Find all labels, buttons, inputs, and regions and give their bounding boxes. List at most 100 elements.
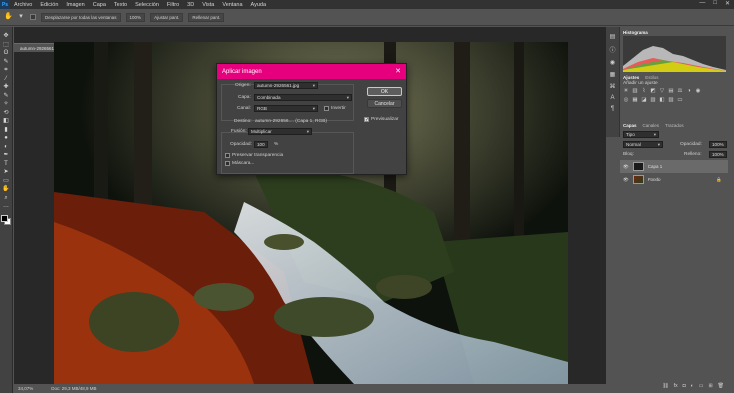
pen-icon[interactable]: ✒: [2, 152, 11, 159]
layer-select[interactable]: Combinada: [254, 94, 352, 101]
trash-icon[interactable]: 🗑: [718, 383, 724, 392]
gradient-icon[interactable]: ▮: [2, 127, 11, 134]
invert-icon[interactable]: ◪: [641, 97, 647, 103]
hue-icon[interactable]: ▤: [668, 88, 674, 94]
menu-ayuda[interactable]: Ayuda: [247, 2, 271, 8]
crop-icon[interactable]: ⌗: [2, 67, 11, 74]
quick-select-icon[interactable]: ✎: [2, 59, 11, 66]
fit-screen-button[interactable]: Ajustar pant.: [150, 12, 184, 22]
brightness-icon[interactable]: ☀: [623, 88, 629, 94]
shape-icon[interactable]: ▭: [2, 178, 11, 185]
history-brush-icon[interactable]: ⟲: [2, 110, 11, 117]
channel-mixer-icon[interactable]: ◎: [623, 97, 629, 103]
bw-icon[interactable]: ◑: [686, 88, 692, 94]
stamp-icon[interactable]: ✧: [2, 101, 11, 108]
character-panel-icon[interactable]: A: [610, 95, 614, 101]
selective-color-icon[interactable]: ▨: [668, 97, 674, 103]
mask-checkbox[interactable]: [225, 161, 230, 166]
photo-filter-icon[interactable]: ◉: [695, 88, 701, 94]
menu-3d[interactable]: 3D: [183, 2, 198, 8]
preview-checkbox[interactable]: [364, 117, 369, 123]
foreground-color-swatch[interactable]: [0, 214, 8, 222]
eraser-icon[interactable]: ◧: [2, 118, 11, 125]
blending-select[interactable]: Multiplicar: [248, 128, 312, 135]
close-icon[interactable]: ✕: [395, 67, 401, 75]
ok-button[interactable]: OK: [367, 87, 402, 96]
tab-histogram[interactable]: Histograma: [623, 30, 648, 35]
layer-opacity-input[interactable]: 100%: [709, 141, 727, 148]
menu-edicion[interactable]: Edición: [36, 2, 62, 8]
source-select[interactable]: autumn-2926561.jpg: [254, 82, 318, 89]
hand-icon[interactable]: ✋: [2, 186, 11, 193]
zoom-icon[interactable]: ⌕: [2, 195, 11, 202]
tab-capas[interactable]: Capas: [623, 123, 637, 128]
layer-blend-select[interactable]: Normal: [623, 141, 663, 148]
gradient-map-icon[interactable]: ▭: [677, 97, 683, 103]
invert-checkbox[interactable]: [324, 106, 329, 111]
paths-panel-icon[interactable]: ⌘: [610, 83, 616, 90]
tab-canales[interactable]: Canales: [643, 123, 660, 128]
marquee-icon[interactable]: ⬚: [2, 42, 11, 49]
mask-icon[interactable]: ◘: [683, 383, 686, 392]
eyedropper-icon[interactable]: ⁄: [2, 76, 11, 83]
maximize-button[interactable]: □: [713, 0, 717, 7]
color-panel-icon[interactable]: ◉: [610, 59, 615, 66]
minimize-button[interactable]: —: [699, 0, 705, 7]
dodge-icon[interactable]: ◐: [2, 144, 11, 151]
fx-icon[interactable]: fx: [674, 383, 678, 392]
close-window-button[interactable]: ✕: [725, 0, 730, 7]
layer-filter-select[interactable]: Tipo: [623, 131, 659, 138]
folder-icon[interactable]: ▭: [699, 383, 704, 392]
swatches-panel-icon[interactable]: ▦: [610, 71, 616, 78]
tab-estilos[interactable]: Estilos: [645, 75, 658, 80]
threshold-icon[interactable]: ◧: [659, 97, 665, 103]
brush-icon[interactable]: ✎: [2, 93, 11, 100]
menu-texto[interactable]: Texto: [110, 2, 131, 8]
menu-vista[interactable]: Vista: [198, 2, 218, 8]
zoom-100-button[interactable]: 100%: [125, 12, 146, 22]
new-layer-icon[interactable]: ⊞: [708, 383, 712, 392]
move-icon[interactable]: ✥: [2, 33, 11, 40]
channel-select[interactable]: RGB: [254, 105, 318, 112]
tab-trazados[interactable]: Trazados: [665, 123, 684, 128]
histogram-panel-icon[interactable]: ▤: [610, 33, 616, 40]
more-icon[interactable]: …: [2, 203, 11, 210]
levels-icon[interactable]: ▥: [632, 88, 638, 94]
zoom-readout[interactable]: 34,07%: [18, 386, 33, 391]
color-swatches[interactable]: [0, 214, 12, 226]
fill-input[interactable]: 100%: [709, 151, 727, 158]
menu-archivo[interactable]: Archivo: [10, 2, 36, 8]
exposure-icon[interactable]: ◩: [650, 88, 656, 94]
menu-imagen[interactable]: Imagen: [62, 2, 88, 8]
lasso-icon[interactable]: ʘ: [2, 50, 11, 57]
paragraph-panel-icon[interactable]: ¶: [611, 106, 614, 112]
eye-icon[interactable]: 👁: [623, 164, 629, 170]
tool-preset-chevron-icon[interactable]: ▾: [17, 13, 25, 21]
scroll-all-windows-checkbox[interactable]: [30, 14, 36, 20]
blur-icon[interactable]: ●: [2, 135, 11, 142]
vibrance-icon[interactable]: ▽: [659, 88, 665, 94]
text-icon[interactable]: T: [2, 161, 11, 168]
layer-row-capa-1[interactable]: 👁 Capa 1: [620, 160, 728, 173]
color-balance-icon[interactable]: ⚖: [677, 88, 683, 94]
menu-ventana[interactable]: Ventana: [218, 2, 246, 8]
posterize-icon[interactable]: ▧: [650, 97, 656, 103]
info-panel-icon[interactable]: ⓘ: [609, 45, 615, 54]
adjustment-layer-icon[interactable]: ◐: [691, 383, 694, 392]
blending-label: Fusión:: [231, 129, 247, 134]
layer-row-fondo[interactable]: 👁 Fondo 🔒: [620, 173, 728, 186]
fill-screen-button[interactable]: Rellenar pant.: [188, 12, 225, 22]
eye-icon[interactable]: 👁: [623, 177, 629, 183]
color-lookup-icon[interactable]: ▦: [632, 97, 638, 103]
curves-icon[interactable]: ⌇: [641, 88, 647, 94]
preserve-transparency-checkbox[interactable]: [225, 153, 230, 158]
tab-ajustes[interactable]: Ajustes: [623, 75, 639, 80]
link-icon[interactable]: ⛓: [662, 383, 668, 392]
path-select-icon[interactable]: ➤: [2, 169, 11, 176]
menu-seleccion[interactable]: Selección: [131, 2, 163, 8]
menu-filtro[interactable]: Filtro: [163, 2, 183, 8]
healing-icon[interactable]: ✚: [2, 84, 11, 91]
menu-capa[interactable]: Capa: [89, 2, 110, 8]
cancel-button[interactable]: Cancelar: [367, 99, 402, 108]
opacity-input[interactable]: 100: [254, 141, 268, 148]
